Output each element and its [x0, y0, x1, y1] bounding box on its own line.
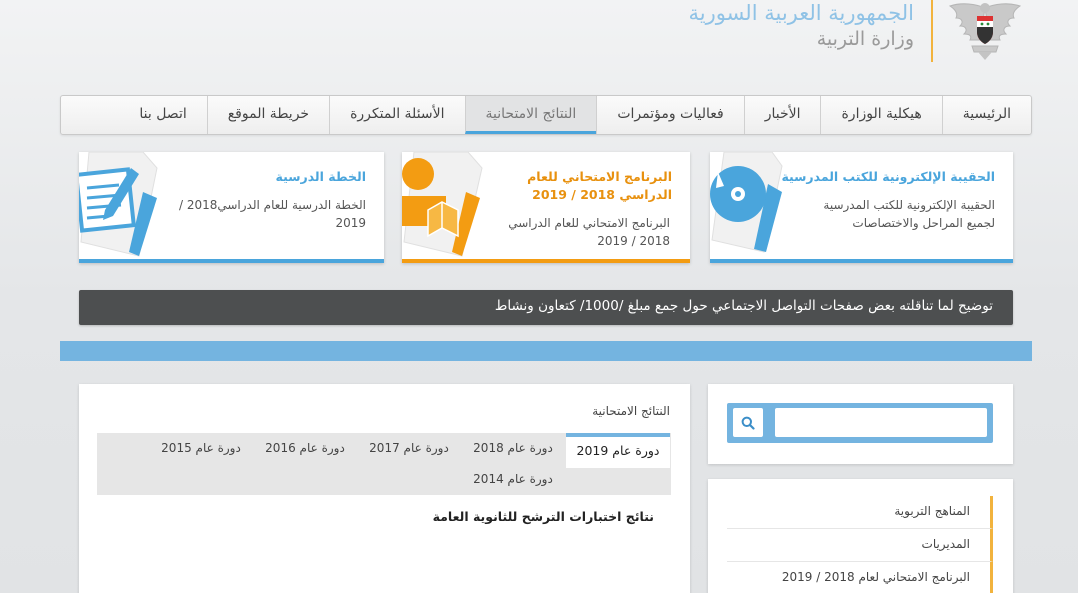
sidebar-link-directorates[interactable]: المديريات [727, 529, 993, 562]
search-panel [708, 384, 1013, 464]
card-exam-program-bar [402, 259, 690, 263]
sidebar-link-exam-program[interactable]: البرنامج الامتحاني لعام 2018 / 2019 [727, 562, 993, 593]
search-icon [741, 416, 755, 430]
sidebar-link-label: البرنامج الامتحاني لعام 2018 / 2019 [781, 570, 970, 584]
tab-2018[interactable]: دورة عام 2018 [461, 433, 565, 464]
card-ebooks-bar [710, 259, 1013, 263]
section-divider-strip [60, 341, 1032, 361]
card-ebooks[interactable]: الحقيبة الإلكترونية للكتب المدرسية الحقي… [710, 152, 1013, 263]
card-ebooks-text-line1: الحقيبة الإلكترونية للكتب المدرسية [823, 198, 995, 212]
sidebar-links-panel: المناهج التربوية المديريات البرنامج الام… [708, 479, 1013, 593]
site-header: الجمهورية العربية السورية وزارة التربية [0, 0, 1078, 90]
card-exam-program-title-line2: الدراسي 2018 / 2019 [532, 187, 672, 202]
nav-item-ministry-structure[interactable]: هيكلية الوزارة [820, 96, 941, 134]
card-exam-program-text-line1: البرنامج الامتحاني للعام الدراسي [508, 216, 670, 230]
nav-item-sitemap[interactable]: خريطة الموقع [206, 96, 329, 134]
disc-document-icon [710, 152, 790, 263]
sidebar-link-curricula[interactable]: المناهج التربوية [727, 496, 993, 529]
tab-2019[interactable]: دورة عام 2019 [566, 433, 670, 468]
news-ticker: توضيح لما تناقلته بعض صفحات التواصل الاج… [79, 290, 1013, 325]
tab-2017[interactable]: دورة عام 2017 [357, 433, 461, 464]
country-name: الجمهورية العربية السورية [688, 1, 914, 25]
nav-item-events[interactable]: فعاليات ومؤتمرات [596, 96, 743, 134]
ministry-name: وزارة التربية [816, 28, 914, 50]
sidebar-link-label: المناهج التربوية [894, 504, 970, 518]
search-input[interactable] [775, 408, 987, 437]
card-ebooks-title: الحقيبة الإلكترونية للكتب المدرسية [781, 169, 995, 184]
card-study-plan-bar [79, 259, 384, 263]
tab-2015[interactable]: دورة عام 2015 [149, 433, 253, 464]
nav-item-contact[interactable]: اتصل بنا [119, 96, 206, 134]
card-exam-program[interactable]: البرنامج الامتحاني للعام الدراسي 2018 / … [402, 152, 690, 263]
card-study-plan-text-line2: 2019 [335, 216, 366, 230]
main-navigation: الرئيسية هيكلية الوزارة الأخبار فعاليات … [60, 95, 1032, 135]
header-divider [931, 0, 933, 62]
results-tabs: دورة عام 2019 دورة عام 2018 دورة عام 201… [97, 433, 671, 495]
tab-2014[interactable]: دورة عام 2014 [461, 464, 565, 495]
sidebar-link-label: المديريات [921, 537, 970, 551]
card-exam-program-text-line2: 2018 / 2019 [597, 234, 670, 248]
nav-item-home[interactable]: الرئيسية [941, 96, 1031, 134]
exam-results-panel: النتائج الامتحانية دورة عام 2019 دورة عا… [79, 384, 690, 593]
card-exam-program-title-line1: البرنامج الامتحاني للعام [527, 169, 672, 184]
tab-2016[interactable]: دورة عام 2016 [253, 433, 357, 464]
nav-item-news[interactable]: الأخبار [743, 96, 821, 134]
nav-item-exam-results[interactable]: النتائج الامتحانية [464, 96, 597, 134]
exam-results-heading: النتائج الامتحانية [592, 404, 670, 418]
student-reading-icon [402, 152, 487, 263]
candidacy-results-link[interactable]: نتائج اختبارات الترشح للثانوية العامة [433, 509, 654, 524]
card-study-plan[interactable]: الخطة الدرسية الخطة الدرسية للعام الدراس… [79, 152, 384, 263]
card-study-plan-title: الخطة الدرسية [275, 169, 366, 184]
document-pen-icon [79, 152, 164, 263]
card-study-plan-text-line1: الخطة الدرسية للعام الدراسي2018 / [178, 198, 366, 212]
news-ticker-link[interactable]: توضيح لما تناقلته بعض صفحات التواصل الاج… [495, 298, 993, 314]
search-button[interactable] [733, 408, 763, 437]
syrian-eagle-emblem-icon[interactable] [948, 0, 1022, 62]
card-ebooks-text-line2: لجميع المراحل والاختصاصات [852, 216, 995, 230]
nav-item-faq[interactable]: الأسئلة المتكررة [329, 96, 464, 134]
search-box [727, 403, 993, 443]
